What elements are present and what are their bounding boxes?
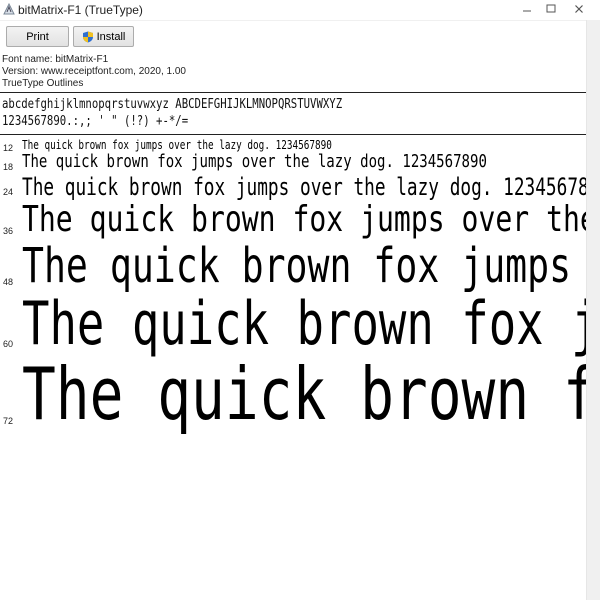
sample-text-24: The quick brown fox jumps over the lazy …	[22, 173, 586, 201]
size-label-24: 24	[3, 187, 14, 197]
size-label-72: 72	[3, 416, 14, 426]
sample-text-48: The quick brown fox jumps over the lazy …	[22, 238, 586, 294]
size-label-18: 18	[3, 162, 14, 172]
size-label-60: 60	[3, 339, 14, 349]
sample-text-12: The quick brown fox jumps over the lazy …	[22, 138, 332, 152]
sample-text-18: The quick brown fox jumps over the lazy …	[22, 151, 487, 172]
size-label-36: 36	[3, 226, 14, 236]
font-viewer-window: bitMatrix-F1 (TrueType) Print Install Fo…	[0, 0, 600, 600]
sample-text-36: The quick brown fox jumps over the lazy …	[22, 199, 586, 240]
size-label-12: 12	[3, 143, 14, 153]
size-label-48: 48	[3, 277, 14, 287]
sample-text-60: The quick brown fox jumps over the lazy …	[22, 289, 586, 359]
sample-text-72: The quick brown fox jumps over the lazy …	[22, 352, 586, 436]
vertical-scrollbar[interactable]	[586, 20, 600, 600]
samples-area: 12 The quick brown fox jumps over the la…	[0, 0, 586, 600]
